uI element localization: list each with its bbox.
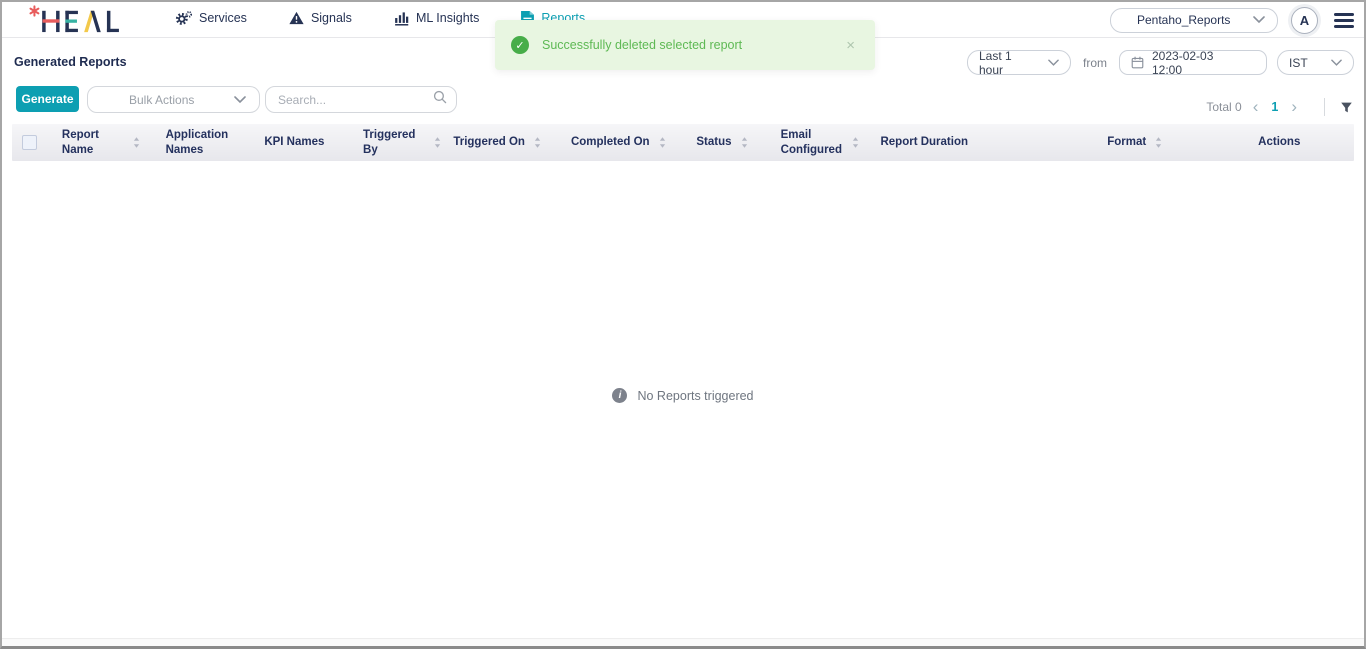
nav-label: Services — [199, 11, 247, 25]
empty-state-message: No Reports triggered — [637, 388, 754, 403]
chevron-down-icon — [1048, 56, 1059, 70]
column-header-application-names: Application Names — [165, 129, 229, 156]
time-range-value: Last 1 hour — [979, 48, 1012, 77]
workspace-select[interactable]: Pentaho_Reports — [1110, 7, 1278, 33]
gears-icon — [175, 10, 192, 26]
total-count: Total 0 — [1206, 100, 1242, 114]
page-number[interactable]: 1 — [1269, 100, 1280, 114]
user-avatar[interactable]: A — [1291, 6, 1318, 34]
table-header-row: Report Name Application Names KPI Names … — [12, 124, 1354, 161]
nav-item-ml-insights[interactable]: ML Insights — [385, 2, 488, 37]
chevron-down-icon — [234, 91, 246, 109]
close-icon[interactable]: × — [842, 35, 859, 56]
heal-logo-icon — [29, 5, 119, 33]
avatar-initial: A — [1299, 12, 1310, 28]
bulk-actions-select[interactable]: Bulk Actions — [87, 86, 260, 113]
sort-icon — [133, 137, 140, 148]
sort-icon — [534, 137, 541, 148]
datetime-value: 2023-02-03 12:00 — [1152, 48, 1214, 77]
select-all-cell — [12, 124, 52, 161]
nav-label: ML Insights — [415, 11, 480, 25]
time-range-select[interactable]: Last 1 hour — [967, 48, 1071, 77]
success-toast: ✓ Successfully deleted selected report × — [495, 20, 875, 70]
search-box — [265, 86, 457, 113]
sort-icon — [741, 137, 748, 148]
prev-page-icon[interactable]: ‹ — [1250, 98, 1262, 116]
nav-item-services[interactable]: Services — [166, 2, 256, 37]
search-icon — [433, 90, 447, 109]
select-all-checkbox[interactable] — [22, 135, 37, 150]
column-header-triggered-on[interactable]: Triggered On — [441, 124, 554, 161]
bulk-actions-placeholder: Bulk Actions — [129, 92, 195, 107]
column-header-email-configured[interactable]: Email Configured — [761, 124, 879, 161]
column-header-report-name[interactable]: Report Name — [52, 124, 162, 161]
generate-button[interactable]: Generate — [16, 86, 79, 112]
timezone-value: IST — [1289, 55, 1308, 70]
nav-label: Signals — [310, 11, 352, 25]
datetime-input[interactable]: 2023-02-03 12:00 — [1119, 48, 1267, 77]
column-header-format[interactable]: Format — [1065, 124, 1205, 161]
filter-icon[interactable] — [1339, 100, 1354, 115]
empty-state: i No Reports triggered — [2, 388, 1364, 403]
app-window: Services Signals ML Insights Reports Pen… — [0, 0, 1366, 649]
page-title: Generated Reports — [14, 55, 127, 69]
topnav-right-controls: Pentaho_Reports A — [1110, 2, 1354, 38]
search-input[interactable] — [278, 92, 433, 107]
sort-icon — [434, 137, 441, 148]
workspace-select-value: Pentaho_Reports — [1137, 13, 1231, 27]
timezone-select[interactable]: IST — [1277, 50, 1354, 75]
info-icon: i — [612, 388, 628, 403]
column-header-actions: Actions — [1258, 136, 1301, 149]
column-header-kpi-names: KPI Names — [264, 136, 325, 149]
chevron-down-icon — [1253, 11, 1265, 29]
check-circle-icon: ✓ — [511, 36, 529, 54]
horizontal-scrollbar-track[interactable] — [2, 638, 1364, 646]
nav-item-signals[interactable]: Signals — [280, 2, 361, 37]
toast-message: Successfully deleted selected report — [542, 38, 743, 52]
sort-icon — [852, 137, 859, 148]
column-header-triggered-by[interactable]: Triggered By — [353, 124, 441, 161]
next-page-icon[interactable]: › — [1288, 98, 1300, 116]
heal-logo[interactable] — [28, 2, 124, 37]
from-label: from — [1083, 55, 1107, 70]
column-header-status[interactable]: Status — [683, 124, 761, 161]
calendar-icon — [1131, 56, 1144, 69]
time-range-controls: Last 1 hour from 2023-02-03 12:00 IST — [967, 48, 1354, 77]
column-header-completed-on[interactable]: Completed On — [553, 124, 683, 161]
hamburger-menu-icon[interactable] — [1334, 12, 1354, 28]
divider — [1324, 98, 1325, 116]
warning-icon — [289, 11, 304, 25]
bar-chart-icon — [394, 11, 409, 26]
chevron-down-icon — [1331, 56, 1342, 70]
sort-icon — [1155, 137, 1162, 148]
pagination: Total 0 ‹ 1 › — [1206, 97, 1354, 117]
sort-icon — [659, 137, 666, 148]
column-header-report-duration: Report Duration — [880, 136, 968, 149]
